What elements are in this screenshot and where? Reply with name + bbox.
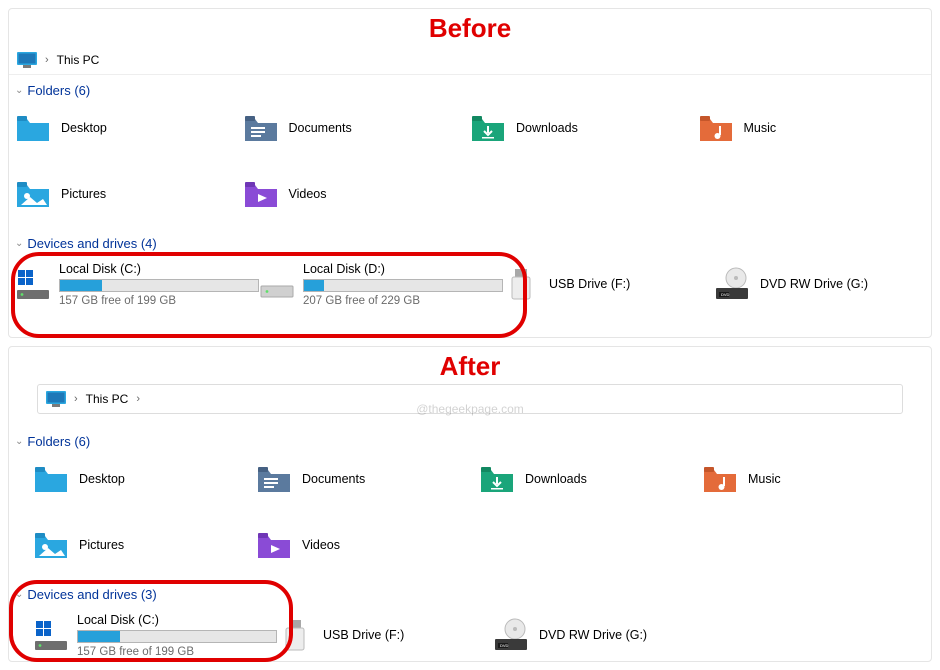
drive-usage-fill bbox=[60, 280, 102, 291]
this-pc-icon bbox=[46, 391, 66, 407]
drive-local-c[interactable]: Local Disk (C:) 157 GB free of 199 GB bbox=[15, 259, 259, 309]
chevron-right-icon: › bbox=[72, 393, 80, 405]
drives-header-label: Devices and drives (3) bbox=[27, 587, 156, 602]
dvd-drive-icon: DVD bbox=[493, 617, 529, 653]
folders-grid: Desktop Documents Downloads Music Pictur… bbox=[9, 453, 931, 579]
address-bar[interactable]: › This PC bbox=[9, 46, 931, 75]
folder-videos[interactable]: Videos bbox=[243, 172, 471, 216]
drive-name: Local Disk (C:) bbox=[77, 613, 277, 627]
folder-documents[interactable]: Documents bbox=[256, 457, 479, 501]
drives-grid: Local Disk (C:) 157 GB free of 199 GB Lo… bbox=[9, 255, 931, 327]
folder-label: Videos bbox=[302, 538, 340, 552]
downloads-folder-icon bbox=[479, 464, 515, 494]
chevron-right-icon: › bbox=[43, 54, 51, 66]
drive-name: DVD RW Drive (G:) bbox=[539, 628, 647, 642]
windows-drive-icon bbox=[15, 266, 51, 302]
after-title: After bbox=[9, 347, 931, 384]
drive-usage-fill bbox=[78, 631, 120, 642]
caret-down-icon: ⌄ bbox=[15, 238, 23, 249]
folder-videos[interactable]: Videos bbox=[256, 523, 479, 567]
videos-folder-icon bbox=[256, 530, 292, 560]
music-folder-icon bbox=[702, 464, 738, 494]
drive-dvd[interactable]: DVD DVD RW Drive (G:) bbox=[714, 259, 925, 309]
drive-name: Local Disk (D:) bbox=[303, 262, 503, 276]
folder-label: Desktop bbox=[61, 121, 107, 135]
caret-down-icon: ⌄ bbox=[15, 436, 23, 447]
folder-label: Desktop bbox=[79, 472, 125, 486]
folder-documents[interactable]: Documents bbox=[243, 106, 471, 150]
chevron-right-icon: › bbox=[134, 393, 142, 405]
drive-usage-bar bbox=[303, 279, 503, 292]
folder-label: Documents bbox=[289, 121, 352, 135]
drive-free-text: 157 GB free of 199 GB bbox=[59, 295, 259, 307]
drive-local-c[interactable]: Local Disk (C:) 157 GB free of 199 GB bbox=[33, 610, 277, 660]
folder-label: Music bbox=[748, 472, 781, 486]
drive-free-text: 157 GB free of 199 GB bbox=[77, 646, 277, 658]
breadcrumb-root[interactable]: This PC bbox=[57, 53, 100, 67]
folder-label: Pictures bbox=[79, 538, 124, 552]
folder-downloads[interactable]: Downloads bbox=[479, 457, 702, 501]
downloads-folder-icon bbox=[470, 113, 506, 143]
folder-label: Pictures bbox=[61, 187, 106, 201]
drives-header-label: Devices and drives (4) bbox=[27, 236, 156, 251]
pictures-folder-icon bbox=[15, 179, 51, 209]
breadcrumb-root[interactable]: This PC bbox=[86, 392, 129, 406]
folders-header[interactable]: ⌄ Folders (6) bbox=[9, 75, 931, 102]
documents-folder-icon bbox=[243, 113, 279, 143]
drive-usage-fill bbox=[304, 280, 324, 291]
usb-drive-icon bbox=[277, 617, 313, 653]
drive-name: Local Disk (C:) bbox=[59, 262, 259, 276]
desktop-folder-icon bbox=[33, 464, 69, 494]
folder-label: Downloads bbox=[525, 472, 587, 486]
drives-header[interactable]: ⌄ Devices and drives (3) bbox=[9, 579, 931, 606]
this-pc-icon bbox=[17, 52, 37, 68]
drive-name: DVD RW Drive (G:) bbox=[760, 277, 868, 291]
drive-usage-bar bbox=[59, 279, 259, 292]
folders-header-label: Folders (6) bbox=[27, 83, 90, 98]
folder-desktop[interactable]: Desktop bbox=[33, 457, 256, 501]
svg-text:DVD: DVD bbox=[721, 292, 730, 297]
windows-drive-icon bbox=[33, 617, 69, 653]
drive-name: USB Drive (F:) bbox=[549, 277, 630, 291]
folder-music[interactable]: Music bbox=[698, 106, 926, 150]
dvd-drive-icon: DVD bbox=[714, 266, 750, 302]
hard-drive-icon bbox=[259, 266, 295, 302]
folder-pictures[interactable]: Pictures bbox=[15, 172, 243, 216]
drive-free-text: 207 GB free of 229 GB bbox=[303, 295, 503, 307]
caret-down-icon: ⌄ bbox=[15, 85, 23, 96]
usb-drive-icon bbox=[503, 266, 539, 302]
before-panel: Before › This PC ⌄ Folders (6) Desktop D… bbox=[8, 8, 932, 338]
folders-header[interactable]: ⌄ Folders (6) bbox=[9, 426, 931, 453]
pictures-folder-icon bbox=[33, 530, 69, 560]
drive-usb[interactable]: USB Drive (F:) bbox=[503, 259, 714, 309]
folder-label: Music bbox=[744, 121, 777, 135]
drive-dvd[interactable]: DVD DVD RW Drive (G:) bbox=[493, 610, 709, 660]
folder-label: Videos bbox=[289, 187, 327, 201]
drive-usage-bar bbox=[77, 630, 277, 643]
videos-folder-icon bbox=[243, 179, 279, 209]
drives-grid: Local Disk (C:) 157 GB free of 199 GB US… bbox=[9, 606, 931, 664]
drives-header[interactable]: ⌄ Devices and drives (4) bbox=[9, 228, 931, 255]
documents-folder-icon bbox=[256, 464, 292, 494]
folders-header-label: Folders (6) bbox=[27, 434, 90, 449]
caret-down-icon: ⌄ bbox=[15, 589, 23, 600]
drive-usb[interactable]: USB Drive (F:) bbox=[277, 610, 493, 660]
folders-grid: Desktop Documents Downloads Music Pictur… bbox=[9, 102, 931, 228]
folder-music[interactable]: Music bbox=[702, 457, 925, 501]
drive-name: USB Drive (F:) bbox=[323, 628, 404, 642]
desktop-folder-icon bbox=[15, 113, 51, 143]
folder-desktop[interactable]: Desktop bbox=[15, 106, 243, 150]
drive-local-d[interactable]: Local Disk (D:) 207 GB free of 229 GB bbox=[259, 259, 503, 309]
folder-pictures[interactable]: Pictures bbox=[33, 523, 256, 567]
folder-label: Downloads bbox=[516, 121, 578, 135]
folder-downloads[interactable]: Downloads bbox=[470, 106, 698, 150]
svg-text:DVD: DVD bbox=[500, 643, 509, 648]
music-folder-icon bbox=[698, 113, 734, 143]
before-title: Before bbox=[9, 9, 931, 46]
after-panel: After › This PC › @thegeekpage.com ⌄ Fol… bbox=[8, 346, 932, 662]
watermark-text: @thegeekpage.com bbox=[416, 402, 524, 416]
folder-label: Documents bbox=[302, 472, 365, 486]
